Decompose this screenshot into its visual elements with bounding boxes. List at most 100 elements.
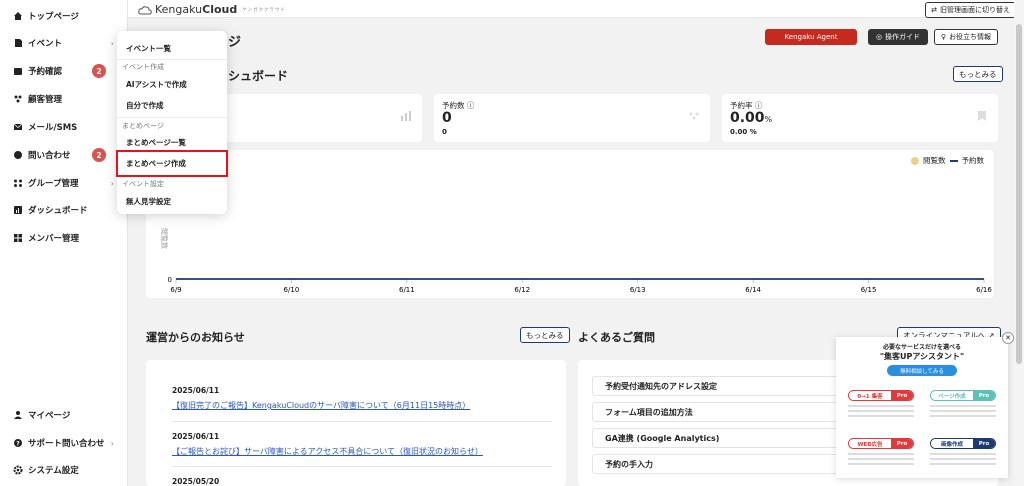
chart-svg: 閲覧数 0 6/9 6/10 6/11 6/12 6/13 6/14 6/15 6/16 bbox=[160, 228, 992, 294]
bar-chart-icon bbox=[400, 110, 412, 122]
sidebar-item-label: メール/SMS bbox=[28, 123, 78, 133]
promo-cta-button[interactable]: 無料相談してみる bbox=[887, 365, 957, 376]
promo-tile[interactable]: WEB広告 Pro bbox=[844, 431, 918, 475]
svg-text:?: ? bbox=[16, 441, 20, 448]
sidebar-item-mail[interactable]: メール/SMS bbox=[0, 117, 128, 137]
sidebar-item-label: マイページ bbox=[28, 411, 71, 421]
sidebar-item-label: イベント bbox=[28, 39, 63, 49]
document-icon bbox=[13, 38, 23, 48]
news-date: 2025/05/20 bbox=[172, 477, 220, 486]
info-icon: ⓘ bbox=[754, 101, 763, 110]
agent-button-label: Kengaku Agent bbox=[784, 33, 838, 41]
promo-tile[interactable]: 0→1 集客 Pro bbox=[844, 383, 918, 427]
kengaku-agent-button[interactable]: Kengaku Agent bbox=[765, 29, 857, 45]
sidebar-item-event[interactable]: イベント › bbox=[0, 33, 128, 53]
sidebar-item-members[interactable]: メンバー管理 bbox=[0, 228, 128, 248]
sidebar-item-label: システム設定 bbox=[28, 466, 79, 476]
chat-icon bbox=[13, 150, 23, 160]
sidebar-item-mypage[interactable]: マイページ bbox=[0, 405, 128, 425]
card-value: 0.00% bbox=[730, 110, 773, 126]
chevron-right-icon: › bbox=[110, 438, 114, 448]
promo-pill: ページ作成 Pro bbox=[930, 390, 996, 401]
gear-icon bbox=[13, 465, 23, 475]
x-tick-label: 6/9 bbox=[170, 286, 181, 294]
x-tick-label: 6/10 bbox=[284, 286, 300, 294]
menu-item-ai-create[interactable]: AIアシストで作成 bbox=[126, 79, 187, 90]
home-icon bbox=[13, 11, 23, 21]
notification-badge: 2 bbox=[92, 148, 106, 162]
dashboard-chart: 閲覧数 予約数 閲覧数 0 6/9 6/10 6/11 6/12 6/13 6/14 6/15 6… bbox=[146, 150, 994, 298]
promo-panel[interactable]: 必要なサービスだけを選べる "集客UPアシスタント" 無料相談してみる 0→1 … bbox=[836, 337, 1008, 478]
card-subvalue: 0 bbox=[442, 128, 447, 136]
menu-item-unmanned-tour[interactable]: 無人見学設定 bbox=[126, 196, 171, 207]
x-tick-label: 6/15 bbox=[861, 286, 877, 294]
notification-badge: 2 bbox=[92, 64, 106, 78]
menu-section-label: イベント作成 bbox=[122, 63, 164, 71]
useful-info-button[interactable]: ♀ お役立ち情報 bbox=[934, 29, 998, 45]
scrollbar-thumb[interactable] bbox=[1016, 24, 1022, 364]
logo-text-main: Kengaku bbox=[155, 3, 203, 16]
grid-icon bbox=[13, 233, 23, 243]
app-logo[interactable]: Kengaku Cloud ケンガククラウド bbox=[138, 3, 286, 16]
mail-icon bbox=[13, 122, 23, 132]
sidebar-item-label: 問い合わせ bbox=[28, 151, 71, 161]
sidebar-item-inquiries[interactable]: 問い合わせ 2 bbox=[0, 145, 128, 165]
group-icon bbox=[13, 178, 23, 188]
logo-subtext: ケンガククラウド bbox=[242, 7, 286, 13]
people-icon bbox=[688, 110, 700, 122]
dashboard-more-button[interactable]: もっとみる bbox=[953, 66, 1003, 82]
operation-guide-button[interactable]: ◎ 操作ガイド bbox=[868, 29, 928, 45]
event-dropdown-menu: イベント一覧 イベント作成 AIアシストで作成 自分で作成 まとめページ まとめ… bbox=[117, 31, 227, 214]
x-tick-label: 6/11 bbox=[399, 286, 415, 294]
news-link[interactable]: 【復旧完了のご報告】KengakuCloudのサーバ障害について（6月11日15… bbox=[172, 400, 470, 411]
news-title: 運営からのお知らせ bbox=[146, 331, 245, 344]
y-axis-label: 閲覧数 bbox=[160, 228, 169, 249]
menu-item-manual-create[interactable]: 自分で作成 bbox=[126, 100, 164, 111]
sidebar-item-groups[interactable]: グループ管理 › bbox=[0, 173, 128, 193]
promo-line-2: "集客UPアシスタント" bbox=[879, 352, 965, 361]
sidebar-item-label: 予約確認 bbox=[28, 67, 63, 77]
x-tick-label: 6/13 bbox=[630, 286, 646, 294]
user-icon bbox=[13, 410, 23, 420]
sidebar-item-settings[interactable]: システム設定 bbox=[0, 460, 128, 480]
menu-item-event-list[interactable]: イベント一覧 bbox=[126, 43, 171, 54]
bookmark-icon bbox=[976, 110, 988, 122]
card-value: 0 bbox=[442, 110, 452, 126]
sidebar-item-label: メンバー管理 bbox=[28, 234, 80, 244]
promo-pill: WEB広告 Pro bbox=[848, 438, 914, 449]
sidebar-item-dashboard[interactable]: ダッシュボード bbox=[0, 200, 128, 220]
compass-icon: ◎ bbox=[875, 33, 883, 41]
sidebar-item-support[interactable]: ? サポート問い合わせ › bbox=[0, 433, 128, 453]
sidebar-item-label: サポート問い合わせ bbox=[28, 439, 105, 449]
switch-legacy-label: 旧管理画面に切り替え bbox=[940, 6, 1010, 14]
chart-icon bbox=[13, 205, 23, 215]
sidebar: トップページ イベント › 予約確認 2 顧客管理 メール/SMS 問い合わせ … bbox=[0, 0, 128, 486]
news-more-button[interactable]: もっとみる bbox=[520, 327, 570, 343]
stat-card-rate: 予約率 ⓘ 0.00% 0.00 % bbox=[722, 94, 998, 142]
sidebar-item-label: グループ管理 bbox=[28, 179, 79, 189]
menu-section-label: まとめページ bbox=[122, 122, 164, 130]
switch-legacy-button[interactable]: ⇄ 旧管理画面に切り替え bbox=[925, 2, 1016, 18]
sidebar-item-top[interactable]: トップページ bbox=[0, 6, 128, 26]
news-list: 2025/06/11 【復旧完了のご報告】KengakuCloudのサーバ障害に… bbox=[146, 360, 566, 486]
sidebar-item-label: 顧客管理 bbox=[28, 95, 63, 105]
news-link[interactable]: 【ご報告とお詫び】サーバ障害によるアクセス不具合について（復旧状況のお知らせ） bbox=[172, 446, 483, 457]
stat-card-reservations: 予約数 ⓘ 0 0 bbox=[434, 94, 710, 142]
promo-pill: 0→1 集客 Pro bbox=[848, 390, 914, 401]
promo-tile[interactable]: 画像作成 Pro bbox=[926, 431, 1000, 475]
page-title: ジ bbox=[228, 35, 242, 50]
news-date: 2025/06/11 bbox=[172, 386, 220, 395]
menu-item-summary-list[interactable]: まとめページ一覧 bbox=[126, 137, 186, 148]
close-icon[interactable]: ✕ bbox=[1002, 332, 1014, 344]
sidebar-item-reservations[interactable]: 予約確認 2 bbox=[0, 61, 128, 81]
faq-title: よくあるご質問 bbox=[578, 331, 655, 344]
card-subvalue: 0.00 % bbox=[730, 128, 757, 136]
promo-pill: 画像作成 Pro bbox=[930, 438, 996, 449]
dashboard-title: シュボード bbox=[228, 69, 289, 83]
menu-divider bbox=[117, 59, 227, 60]
news-date: 2025/06/11 bbox=[172, 432, 220, 441]
chevron-right-icon: › bbox=[110, 38, 114, 48]
sidebar-item-customers[interactable]: 顧客管理 bbox=[0, 89, 128, 109]
promo-tile[interactable]: ページ作成 Pro bbox=[926, 383, 1000, 427]
promo-line-1: 必要なサービスだけを選べる bbox=[882, 344, 961, 351]
